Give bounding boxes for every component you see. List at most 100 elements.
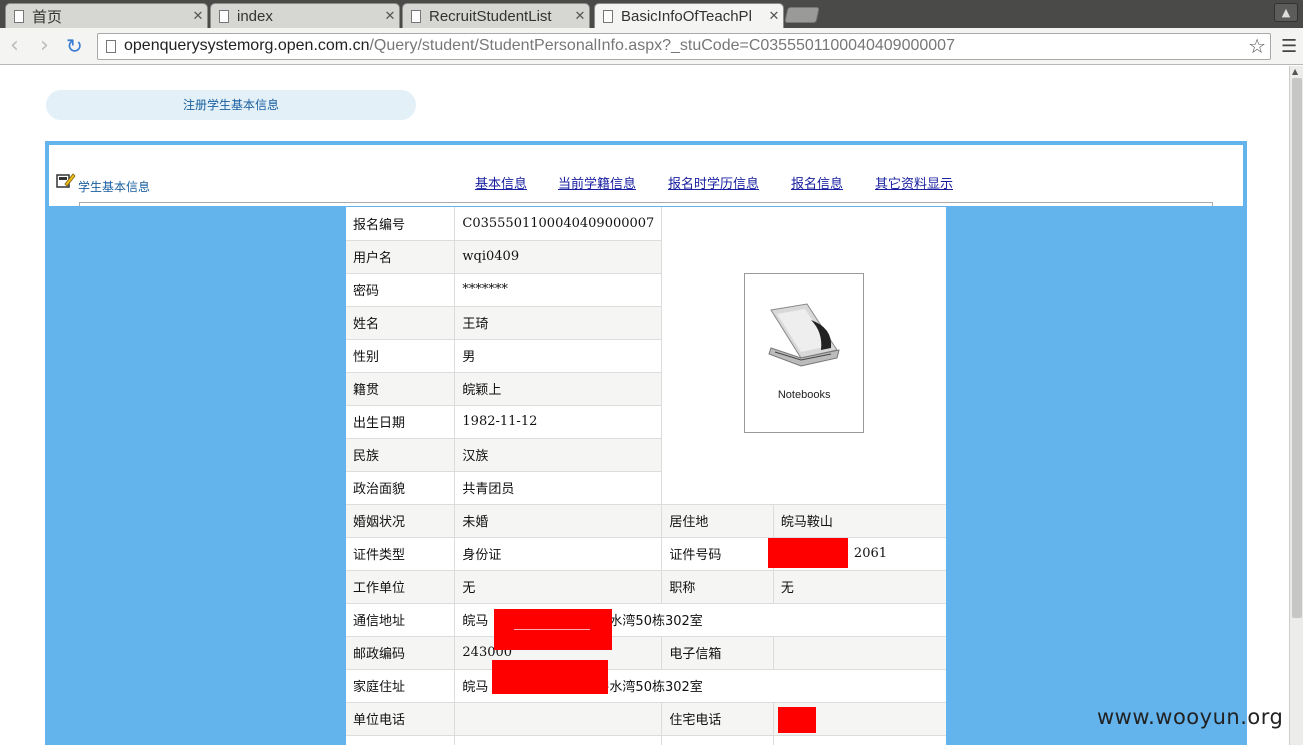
field-label: 电子信箱 xyxy=(661,636,774,670)
watermark: www.wooyun.org xyxy=(1097,705,1284,729)
field-label: 民族 xyxy=(346,438,456,472)
forward-icon[interactable]: › xyxy=(40,34,49,58)
student-photo-cell: Notebooks xyxy=(661,207,946,505)
field-label: 通信地址 xyxy=(346,603,456,637)
redaction-block xyxy=(494,609,612,650)
tab-label: index xyxy=(237,7,273,25)
field-label: 工作单位 xyxy=(346,570,456,604)
field-value: 无 xyxy=(773,570,946,604)
field-label: 籍贯 xyxy=(346,372,456,406)
table-row: 证件类型 身份证 证件号码 2061 xyxy=(346,537,946,571)
close-icon[interactable]: ✕ xyxy=(571,9,589,24)
new-tab-button[interactable] xyxy=(784,7,820,23)
browser-tab-recruit-list[interactable]: RecruitStudentList ✕ xyxy=(402,3,590,28)
scroll-up-icon[interactable]: ▲ xyxy=(1292,67,1298,76)
field-label: 政治面貌 xyxy=(346,471,456,505)
nav-link-other-info[interactable]: 其它资料显示 xyxy=(875,173,953,192)
field-value: C0355501100040409000007 xyxy=(454,207,663,241)
field-value: 汉族 xyxy=(454,438,663,472)
address-end: 碧水湾50栋302室 xyxy=(596,614,703,629)
table-row: 工作单位 无 职称 无 xyxy=(346,570,946,604)
divider xyxy=(79,202,1213,206)
nav-link-basic-info[interactable]: 基本信息 xyxy=(475,173,527,192)
field-label: 证件号码 xyxy=(661,537,774,571)
table-row: 婚姻状况 未婚 居住地 皖马鞍山 xyxy=(346,504,946,538)
nav-link-education[interactable]: 报名时学历信息 xyxy=(668,173,759,192)
field-label: 住宅电话 xyxy=(661,702,774,736)
url-path: /Query/student/StudentPersonalInfo.aspx?… xyxy=(369,37,955,54)
page-icon xyxy=(14,9,24,23)
field-value xyxy=(773,636,946,670)
field-label: 姓名 xyxy=(346,306,456,340)
field-label: 证件类型 xyxy=(346,537,456,571)
field-label: 出生日期 xyxy=(346,405,456,439)
field-label: 婚姻状况 xyxy=(346,504,456,538)
nav-link-application[interactable]: 报名信息 xyxy=(791,173,843,192)
section-title: 学生基本信息 xyxy=(78,180,151,194)
redaction-line xyxy=(514,629,590,630)
field-label: 密码 xyxy=(346,273,456,307)
table-row xyxy=(346,735,946,745)
tab-label: 首页 xyxy=(32,8,63,26)
field-value: 未婚 xyxy=(454,504,663,538)
table-row: 通信地址 皖马 碧水湾50栋302室 xyxy=(346,603,946,637)
field-value xyxy=(454,735,663,745)
field-label xyxy=(661,735,774,745)
field-value: ******* xyxy=(454,273,663,307)
menu-icon[interactable]: ☰ xyxy=(1281,36,1297,57)
field-value xyxy=(454,702,663,736)
browser-tab-index[interactable]: index ✕ xyxy=(210,3,400,28)
field-value: 身份证 xyxy=(454,537,663,571)
field-label: 居住地 xyxy=(661,504,774,538)
page-icon xyxy=(219,9,229,23)
redaction-block xyxy=(768,538,848,568)
tab-label: RecruitStudentList xyxy=(429,7,552,25)
table-row: 单位电话 住宅电话 2 9 xyxy=(346,702,946,736)
bookmark-star-icon[interactable]: ☆ xyxy=(1248,34,1266,58)
scrollbar-thumb[interactable] xyxy=(1292,78,1302,618)
page-viewport: 注册学生基本信息 学生基本信息 基本信息 当前学籍信息 报名时学历信息 报名信息… xyxy=(0,66,1289,745)
student-photo: Notebooks xyxy=(744,273,865,434)
field-value: 共青团员 xyxy=(454,471,663,505)
page-icon xyxy=(603,9,613,23)
address-bar[interactable]: openquerysystemorg.open.com.cn/Query/stu… xyxy=(97,33,1271,60)
field-value xyxy=(773,735,946,745)
reload-icon[interactable]: ↻ xyxy=(66,34,83,58)
close-icon[interactable]: ✕ xyxy=(765,9,783,24)
register-student-button[interactable]: 注册学生基本信息 xyxy=(46,90,416,120)
field-label: 报名编号 xyxy=(346,207,456,241)
field-label: 职称 xyxy=(661,570,774,604)
table-row: 家庭住址 皖马 碧水湾50栋302室 xyxy=(346,669,946,703)
page-icon xyxy=(106,40,116,53)
window-menu-icon[interactable]: ▲ xyxy=(1274,3,1298,22)
url-host: openquerysystemorg.open.com.cn xyxy=(124,37,370,54)
field-label: 家庭住址 xyxy=(346,669,456,703)
browser-tab-home[interactable]: 首页 ✕ xyxy=(5,3,208,28)
field-value: 男 xyxy=(454,339,663,373)
tab-label: BasicInfoOfTeachPl xyxy=(621,7,752,25)
laptop-icon xyxy=(768,303,840,367)
browser-tab-strip: 首页 ✕ index ✕ RecruitStudentList ✕ BasicI… xyxy=(0,0,1303,28)
nav-link-current-status[interactable]: 当前学籍信息 xyxy=(558,173,636,192)
field-value: 王琦 xyxy=(454,306,663,340)
table-row: 邮政编码 243000 电子信箱 xyxy=(346,636,946,670)
redaction-block xyxy=(492,660,608,694)
frame-header: 学生基本信息 基本信息 当前学籍信息 报名时学历信息 报名信息 其它资料显示 xyxy=(49,145,1243,206)
field-value: 皖马鞍山 xyxy=(773,504,946,538)
page-icon xyxy=(411,9,421,23)
address-start: 皖马 xyxy=(462,680,489,695)
back-icon[interactable]: ‹ xyxy=(10,34,19,58)
address-end: 碧水湾50栋302室 xyxy=(596,680,703,695)
vertical-scrollbar[interactable]: ▲ xyxy=(1289,66,1303,745)
field-value: 1982-11-12 xyxy=(454,405,663,439)
field-label xyxy=(346,735,456,745)
field-label: 性别 xyxy=(346,339,456,373)
redaction-block xyxy=(778,707,816,733)
browser-tab-basic-info[interactable]: BasicInfoOfTeachPl ✕ xyxy=(594,3,784,28)
close-icon[interactable]: ✕ xyxy=(381,9,399,24)
field-label: 单位电话 xyxy=(346,702,456,736)
field-value: wqi0409 xyxy=(454,240,663,274)
close-icon[interactable]: ✕ xyxy=(189,9,207,24)
field-value: 皖颖上 xyxy=(454,372,663,406)
edit-icon xyxy=(56,173,76,188)
